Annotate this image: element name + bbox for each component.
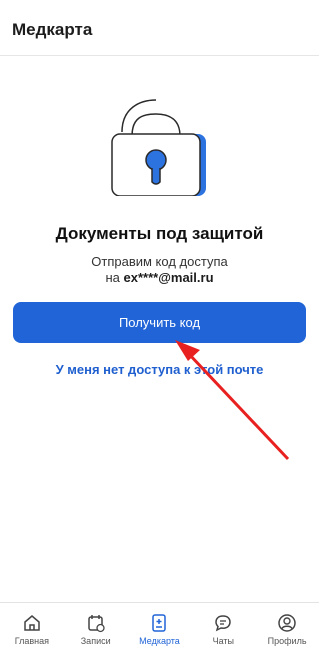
tab-medcard[interactable]: Медкарта [128, 603, 192, 654]
tab-chats[interactable]: Чаты [191, 603, 255, 654]
get-code-button[interactable]: Получить код [13, 302, 306, 343]
no-access-link[interactable]: У меня нет доступа к этой почте [0, 362, 319, 377]
main-title: Документы под защитой [55, 224, 264, 243]
bottom-tab-bar: Главная Записи Медкарта Чаты Профиль [0, 602, 319, 654]
email-address: ex****@mail.ru [123, 270, 214, 285]
tab-home[interactable]: Главная [0, 603, 64, 654]
chat-icon [215, 615, 232, 632]
home-icon [24, 615, 40, 631]
subtitle: Отправим код доступа [91, 254, 228, 269]
tab-label: Главная [14, 636, 50, 646]
lock-icon [111, 99, 206, 196]
app-header: Медкарта [0, 0, 319, 56]
tab-label: Чаты [212, 636, 234, 646]
tab-label: Записи [80, 636, 111, 646]
tab-label: Медкарта [139, 636, 180, 646]
calendar-icon [87, 615, 105, 633]
tab-label: Профиль [267, 636, 307, 646]
profile-icon [278, 614, 296, 632]
medcard-icon [152, 614, 167, 632]
email-line: на ex****@mail.ru [0, 270, 319, 285]
email-prefix: на [105, 270, 120, 285]
page-title: Медкарта [12, 20, 93, 39]
tab-appointments[interactable]: Записи [64, 603, 128, 654]
tab-profile[interactable]: Профиль [255, 603, 319, 654]
